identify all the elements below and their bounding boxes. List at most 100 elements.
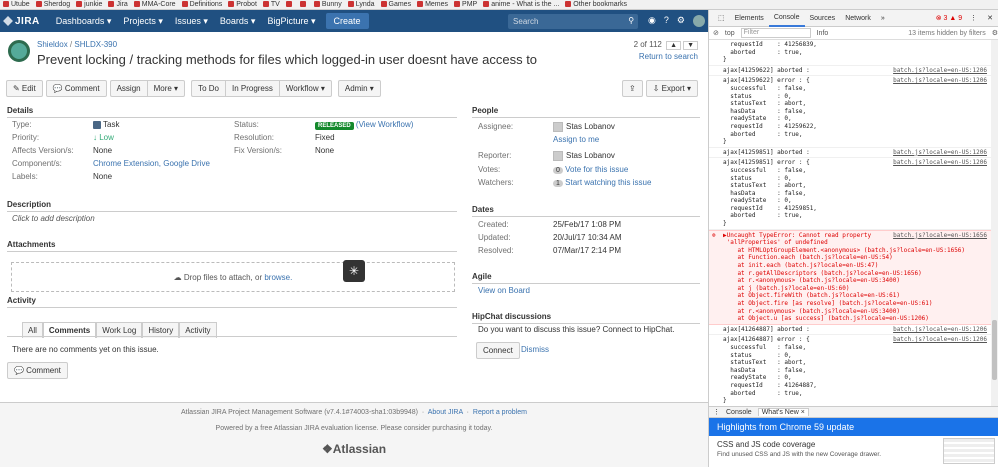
next-issue-icon[interactable]: ▼	[683, 41, 698, 50]
bookmark-item[interactable]: Other bookmarks	[562, 0, 630, 9]
bookmark-item[interactable]: PMP	[451, 0, 480, 9]
admin-button[interactable]: Admin ▾	[337, 80, 381, 97]
console-scrollbar[interactable]	[991, 40, 998, 406]
context-select[interactable]: top	[725, 30, 735, 37]
inprogress-button[interactable]: In Progress	[224, 80, 279, 97]
more-tabs-icon[interactable]: »	[876, 15, 890, 22]
bookmark-item[interactable]: Definitions	[179, 0, 226, 9]
export-button[interactable]: ⇩ Export ▾	[645, 80, 698, 97]
console-source-link[interactable]: batch.js?locale=en-US:1206	[893, 159, 987, 167]
console-settings-icon[interactable]: ⚙	[992, 29, 998, 37]
console-filter-input[interactable]: Filter	[740, 28, 811, 38]
dismiss-link[interactable]: Dismiss	[521, 345, 549, 354]
console-log[interactable]: requestId : 41256839, aborted : true, } a…	[709, 40, 998, 413]
bookmark-item[interactable]: Jira	[105, 0, 130, 9]
description-heading[interactable]: Description	[7, 200, 51, 209]
component-value[interactable]: Chrome Extension, Google Drive	[93, 159, 210, 168]
view-workflow-link[interactable]: (View Workflow)	[356, 120, 414, 129]
nav-issues[interactable]: Issues ▾	[169, 16, 214, 27]
breadcrumb-issue-key[interactable]: SHLDX-390	[74, 40, 117, 49]
bookmark-item[interactable]: TV	[260, 0, 283, 9]
description-field[interactable]: Click to add description	[12, 214, 95, 223]
activity-heading[interactable]: Activity	[7, 296, 36, 305]
add-comment-button[interactable]: 💬 Comment	[7, 362, 68, 379]
notifications-icon[interactable]: ◉	[648, 15, 656, 27]
todo-button[interactable]: To Do	[191, 80, 225, 97]
drawer-tab-whats-new[interactable]: What's New ×	[757, 408, 809, 416]
bookmark-item[interactable]: Sherdog	[33, 0, 73, 9]
nav-boards[interactable]: Boards ▾	[214, 16, 262, 27]
log-level-select[interactable]: Info	[817, 30, 829, 37]
people-heading[interactable]: People	[472, 106, 498, 115]
vote-link[interactable]: Vote for this issue	[565, 165, 628, 174]
console-entry[interactable]: ajax[41264887] error : { successful : fa…	[709, 335, 998, 407]
details-heading[interactable]: Details	[7, 106, 33, 115]
bookmark-item[interactable]: Bunny	[311, 0, 345, 9]
bookmark-item[interactable]: Utube	[0, 0, 33, 9]
bookmark-item[interactable]: Memes	[414, 0, 451, 9]
bookmark-item[interactable]	[283, 0, 297, 9]
connect-button[interactable]: Connect	[476, 342, 520, 359]
tab-elements[interactable]: Elements	[730, 15, 769, 22]
create-button[interactable]: Create	[325, 13, 369, 29]
nav-dashboards[interactable]: Dashboards ▾	[50, 16, 118, 27]
fix-version-value[interactable]: None	[315, 146, 334, 155]
about-jira-link[interactable]: About JIRA	[428, 409, 463, 416]
console-source-link[interactable]: batch.js?locale=en-US:1206	[893, 77, 987, 85]
console-source-link[interactable]: batch.js?locale=en-US:1206	[893, 149, 987, 157]
hipchat-heading[interactable]: HipChat discussions	[472, 312, 551, 321]
console-entry[interactable]: ajax[41259622] aborted : batch.js?locale=…	[709, 66, 998, 77]
watch-link[interactable]: Start watching this issue	[565, 178, 651, 187]
return-to-search-link[interactable]: Return to search	[634, 52, 698, 61]
console-entry[interactable]: ajax[41264887] aborted : batch.js?locale=…	[709, 325, 998, 336]
assign-to-me-link[interactable]: Assign to me	[553, 135, 599, 144]
view-on-board-link[interactable]: View on Board	[478, 286, 530, 295]
bookmark-item[interactable]: Probot	[225, 0, 260, 9]
browse-link[interactable]: browse.	[264, 273, 292, 282]
reporter-value[interactable]: Stas Lobanov	[553, 151, 615, 161]
bookmark-item[interactable]: anime - What is the ...	[480, 0, 562, 9]
console-entry[interactable]: requestId : 41256839, aborted : true, }	[709, 40, 998, 66]
share-button[interactable]: ⇪	[622, 80, 643, 97]
tab-sources[interactable]: Sources	[805, 15, 841, 22]
bookmark-item[interactable]: Lynda	[345, 0, 378, 9]
devtools-close-icon[interactable]: ✕	[982, 14, 998, 22]
console-source-link[interactable]: batch.js?locale=en-US:1656	[893, 232, 987, 240]
edit-button[interactable]: ✎ Edit	[6, 80, 43, 97]
breadcrumb-project[interactable]: Shieldox	[37, 40, 68, 49]
dates-heading[interactable]: Dates	[472, 205, 494, 214]
console-source-link[interactable]: batch.js?locale=en-US:1206	[893, 326, 987, 334]
bookmark-item[interactable]	[297, 0, 311, 9]
clear-console-icon[interactable]: ⊘	[713, 29, 719, 37]
assignee-value[interactable]: Stas Lobanov	[553, 122, 615, 132]
console-source-link[interactable]: batch.js?locale=en-US:1206	[893, 336, 987, 344]
bookmark-item[interactable]: MMA-Core	[131, 0, 179, 9]
issue-title[interactable]: Prevent locking / tracking methods for f…	[37, 52, 537, 67]
workflow-button[interactable]: Workflow ▾	[278, 80, 332, 97]
error-warning-counter[interactable]: ⊗ 3 ▲ 9	[931, 14, 965, 22]
comment-button[interactable]: 💬 Comment	[45, 80, 107, 97]
help-icon[interactable]: ?	[664, 15, 669, 27]
devtools-inspect-icon[interactable]: ⬚	[713, 14, 730, 22]
devtools-menu-icon[interactable]: ⋮	[965, 14, 982, 22]
attachment-dropzone[interactable]: ☁ Drop files to attach, or browse.	[11, 262, 455, 292]
nav-bigpicture[interactable]: BigPicture ▾	[261, 16, 321, 27]
prev-issue-icon[interactable]: ▲	[666, 41, 682, 50]
affects-version-value[interactable]: None	[93, 146, 112, 155]
settings-icon[interactable]: ⚙	[677, 15, 685, 27]
console-entry[interactable]: ⊗ ▶Uncaught TypeError: Cannot read proper…	[709, 229, 998, 325]
console-source-link[interactable]: batch.js?locale=en-US:1206	[893, 67, 987, 75]
tab-console[interactable]: Console	[768, 10, 805, 27]
user-avatar[interactable]	[693, 15, 705, 27]
more-button[interactable]: More ▾	[146, 80, 186, 97]
tab-network[interactable]: Network	[840, 15, 876, 22]
console-entry[interactable]: ajax[41259622] error : { successful : fa…	[709, 76, 998, 148]
drawer-tab-console[interactable]: Console	[726, 409, 752, 416]
jira-logo[interactable]: JIRA	[3, 16, 40, 27]
agile-heading[interactable]: Agile	[472, 272, 492, 281]
nav-projects[interactable]: Projects ▾	[117, 16, 169, 27]
labels-value[interactable]: None	[93, 172, 112, 181]
console-entry[interactable]: ajax[41259851] error : { successful : fa…	[709, 158, 998, 230]
report-problem-link[interactable]: Report a problem	[473, 409, 527, 416]
bookmark-item[interactable]: Games	[378, 0, 415, 9]
